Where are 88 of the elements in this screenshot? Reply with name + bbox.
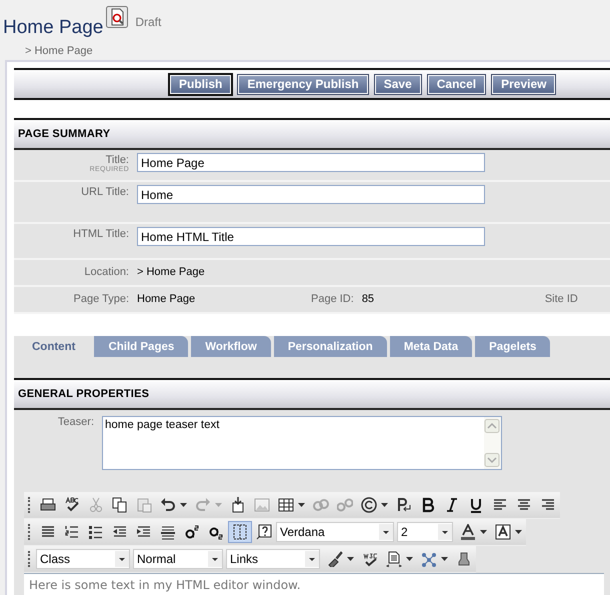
borders-button[interactable] (228, 521, 252, 543)
unlink-icon (337, 497, 353, 513)
scroll-up-icon (484, 419, 500, 433)
clipboard-icon (136, 497, 152, 513)
action-button[interactable]: Emergency Publish (238, 74, 368, 94)
caret-icon (347, 557, 354, 561)
field-label: Teaser: (58, 416, 94, 428)
caret-icon (305, 551, 319, 567)
section-header: PAGE SUMMARY (14, 118, 610, 150)
dropdown-select[interactable]: 2 (397, 522, 453, 542)
action-button[interactable]: Publish (170, 74, 232, 94)
teaser-field[interactable]: home page teaser text (102, 416, 502, 470)
spellcheck-icon (64, 497, 80, 513)
caret-icon (180, 503, 187, 507)
page-title: Home Page (3, 17, 104, 39)
validate-icon (362, 551, 378, 567)
stamp-icon (456, 551, 472, 567)
caret-icon (115, 551, 129, 567)
location-value: > Home Page (137, 265, 205, 278)
caret-icon (208, 551, 222, 567)
copyright-icon (361, 497, 377, 513)
horizontal-rule-icon (160, 524, 176, 540)
link-icon (313, 497, 329, 513)
underline-icon (468, 497, 484, 513)
insert-document-icon (230, 497, 246, 513)
tab[interactable]: Meta Data (390, 336, 472, 357)
tab[interactable]: Personalization (274, 336, 387, 357)
justify-icon (40, 524, 56, 540)
scroll-down-icon (484, 453, 500, 467)
action-button[interactable]: Cancel (428, 74, 486, 94)
field-label: HTML Title: (73, 228, 129, 240)
tab[interactable]: Child Pages (94, 336, 188, 357)
tab[interactable]: Pagelets (475, 336, 550, 357)
caret-icon (441, 557, 448, 561)
paragraph-icon (396, 497, 412, 513)
field-label: URL Title: (81, 186, 129, 198)
node-tree-icon (421, 551, 437, 567)
caret-icon (298, 503, 305, 507)
align-left-icon (492, 497, 508, 513)
text-field[interactable]: Home HTML Title (137, 227, 485, 246)
printer-icon (40, 497, 56, 513)
dropdown-select[interactable]: Normal (133, 549, 223, 569)
numbered-list-icon (64, 524, 80, 540)
field-value: Home Page (137, 292, 196, 305)
tab[interactable]: Workflow (191, 336, 271, 357)
redo-icon (195, 497, 211, 513)
align-center-icon (516, 497, 532, 513)
undo-icon (160, 497, 176, 513)
bullet-list-icon (88, 524, 104, 540)
copy-icon (112, 497, 128, 513)
font-color-icon (460, 524, 476, 540)
status-label: Draft (135, 15, 162, 29)
section-header: GENERAL PROPERTIES (14, 378, 610, 410)
text-field[interactable]: Home Page (137, 153, 485, 172)
caret-icon (379, 524, 393, 540)
help-icon (256, 524, 272, 540)
table-icon (278, 497, 294, 513)
dropdown-select[interactable]: Links (226, 549, 320, 569)
document-search-icon (106, 6, 128, 28)
action-button[interactable]: Save (374, 74, 421, 94)
highlight-icon (495, 524, 511, 540)
caret-icon (480, 530, 487, 534)
scissors-icon (88, 497, 104, 513)
caret-icon (215, 503, 222, 507)
action-button[interactable]: Preview (492, 74, 556, 94)
dropdown-select[interactable]: Verdana (276, 522, 394, 542)
format-brush-icon (327, 551, 343, 567)
italic-icon (444, 497, 460, 513)
superscript-icon (184, 524, 200, 540)
field-label: Page Type: (74, 293, 129, 305)
field-label: Page ID: (311, 292, 354, 305)
image-icon (254, 497, 270, 513)
field-label: Title: (106, 154, 129, 166)
editor-content[interactable]: Here is some text in my HTML editor window. (24, 573, 604, 595)
caret-icon (515, 530, 522, 534)
borders-icon (232, 524, 248, 540)
breadcrumb[interactable]: > Home Page (25, 45, 610, 57)
align-right-icon (540, 497, 556, 513)
caret-icon (406, 557, 413, 561)
html-source-icon (386, 551, 402, 567)
caret-icon (381, 503, 388, 507)
caret-icon (438, 524, 452, 540)
field-label: Site ID (544, 292, 578, 305)
bold-icon (420, 497, 436, 513)
dropdown-select[interactable]: Class (36, 549, 130, 569)
field-label: Location: (84, 266, 129, 278)
text-field[interactable]: Home (137, 185, 485, 204)
field-value: 85 (362, 292, 376, 305)
